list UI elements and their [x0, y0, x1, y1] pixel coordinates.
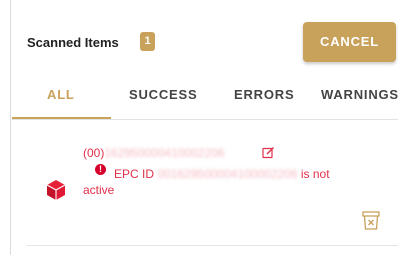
cancel-button[interactable]: CANCEL [303, 22, 396, 62]
items-count-badge: 1 [140, 32, 155, 51]
scanned-items-panel: Scanned Items 1 CANCEL ALL SUCCESS ERROR… [0, 0, 398, 255]
row-divider [27, 245, 398, 246]
delete-icon[interactable] [362, 211, 380, 230]
error-message-prefix: EPC ID [114, 167, 155, 181]
error-icon: ! [95, 164, 106, 175]
tab-errors[interactable]: ERRORS [234, 87, 294, 102]
item-code: (00)162950000410002206 [83, 146, 224, 160]
item-code-redacted: 162950000410002206 [104, 146, 225, 160]
tab-all[interactable]: ALL [47, 87, 75, 102]
panel-left-border [10, 0, 11, 255]
item-code-prefix: (00) [83, 146, 105, 160]
cube-icon [46, 180, 66, 200]
tabs-divider [12, 119, 398, 120]
page-title: Scanned Items [27, 35, 119, 50]
error-message-suffix: is not [300, 167, 330, 181]
error-message: EPC ID 001629500004100002206 is not [114, 167, 330, 181]
tab-warnings[interactable]: WARNINGS [321, 87, 398, 102]
error-message-redacted: 001629500004100002206 [157, 167, 298, 181]
error-message-continuation: active [83, 183, 115, 197]
tab-success[interactable]: SUCCESS [129, 87, 197, 102]
edit-icon[interactable] [262, 146, 275, 159]
